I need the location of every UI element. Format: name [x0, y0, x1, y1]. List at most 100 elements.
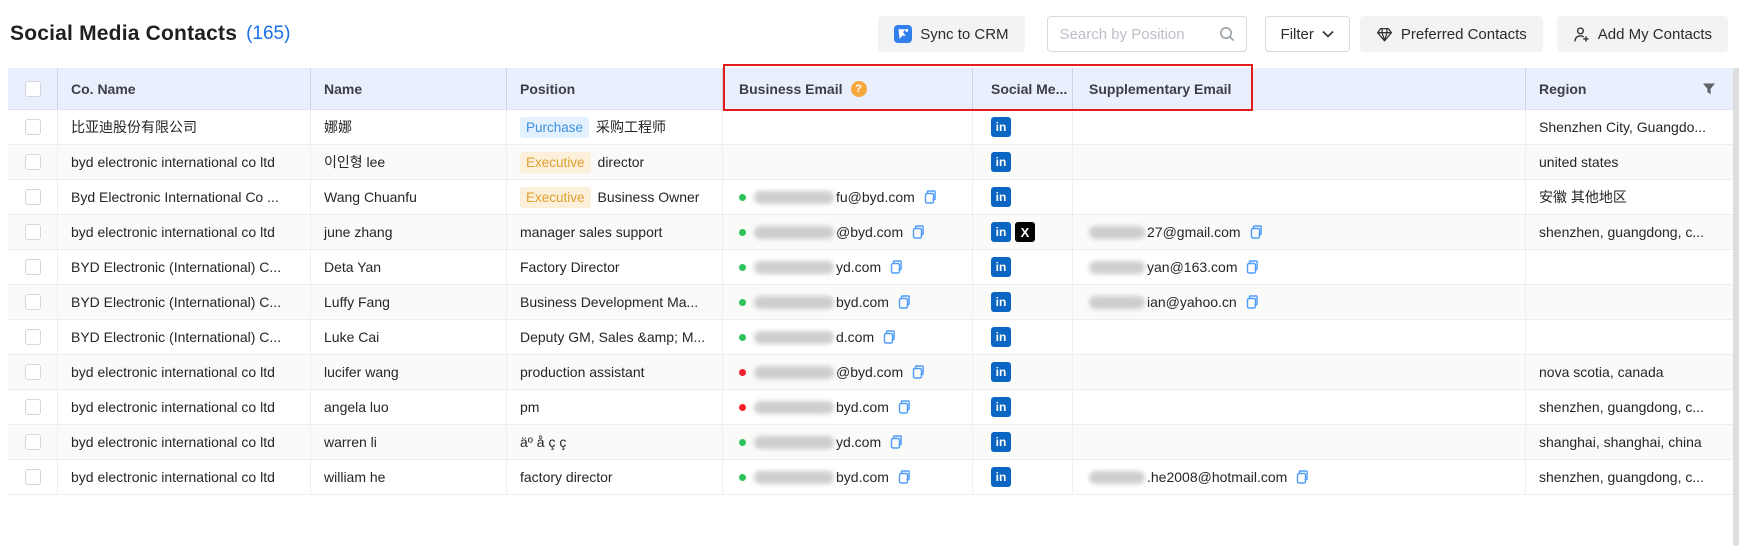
- email-suffix: @byd.com: [836, 364, 903, 380]
- add-my-contacts-button[interactable]: Add My Contacts: [1557, 16, 1728, 52]
- linkedin-icon[interactable]: in: [991, 397, 1011, 417]
- cell-name: william he: [311, 460, 507, 494]
- linkedin-icon[interactable]: in: [991, 292, 1011, 312]
- company-name: byd electronic international co ltd: [71, 434, 275, 450]
- x-icon[interactable]: X: [1015, 222, 1035, 242]
- copy-icon[interactable]: [887, 434, 903, 450]
- linkedin-icon[interactable]: in: [991, 467, 1011, 487]
- crm-logo-icon: [894, 25, 912, 43]
- row-checkbox[interactable]: [25, 399, 41, 415]
- header-region: Region: [1526, 68, 1739, 109]
- email-status-dot: [739, 229, 746, 236]
- cell-company: byd electronic international co ltd: [58, 215, 311, 249]
- contact-name: 娜娜: [324, 117, 352, 137]
- row-checkbox[interactable]: [25, 154, 41, 170]
- position-text: manager sales support: [520, 224, 662, 240]
- preferred-contacts-button[interactable]: Preferred Contacts: [1360, 16, 1543, 52]
- email-suffix: d.com: [836, 329, 874, 345]
- linkedin-icon[interactable]: in: [991, 362, 1011, 382]
- help-icon[interactable]: ?: [851, 81, 867, 97]
- header-business-email: Business Email ?: [723, 68, 973, 109]
- copy-icon[interactable]: [921, 189, 937, 205]
- copy-icon[interactable]: [887, 259, 903, 275]
- copy-icon[interactable]: [1293, 469, 1309, 485]
- copy-icon[interactable]: [895, 399, 911, 415]
- search-input[interactable]: [1060, 26, 1218, 43]
- cell-company: BYD Electronic (International) C...: [58, 285, 311, 319]
- copy-icon[interactable]: [1243, 259, 1259, 275]
- cell-select: [8, 250, 58, 284]
- header-position: Position: [507, 68, 723, 109]
- cell-company: BYD Electronic (International) C...: [58, 320, 311, 354]
- filter-funnel-icon[interactable]: [1702, 82, 1716, 96]
- redacted-text: [1089, 261, 1145, 274]
- cell-supplementary-email: [1073, 390, 1526, 424]
- copy-icon[interactable]: [1247, 224, 1263, 240]
- row-checkbox[interactable]: [25, 329, 41, 345]
- linkedin-icon[interactable]: in: [991, 152, 1011, 172]
- vertical-scrollbar[interactable]: [1733, 68, 1739, 546]
- row-checkbox[interactable]: [25, 364, 41, 380]
- row-checkbox[interactable]: [25, 189, 41, 205]
- cell-position: Executivedirector: [507, 145, 723, 179]
- copy-icon[interactable]: [895, 469, 911, 485]
- email-status-dot: [739, 404, 746, 411]
- cell-social-media: in: [973, 145, 1073, 179]
- cell-supplementary-email: [1073, 320, 1526, 354]
- row-checkbox[interactable]: [25, 259, 41, 275]
- redacted-text: [1089, 226, 1145, 239]
- cell-position: factory director: [507, 460, 723, 494]
- row-checkbox[interactable]: [25, 294, 41, 310]
- header-supplementary-email: Supplementary Email: [1073, 68, 1526, 109]
- contacts-count: (165): [246, 23, 290, 45]
- position-tag: Executive: [520, 187, 591, 208]
- cell-region: shenzhen, guangdong, c...: [1526, 460, 1739, 494]
- linkedin-icon[interactable]: in: [991, 432, 1011, 452]
- sync-to-crm-button[interactable]: Sync to CRM: [878, 16, 1024, 52]
- region-text: shenzhen, guangdong, c...: [1539, 399, 1704, 415]
- linkedin-icon[interactable]: in: [991, 257, 1011, 277]
- cell-business-email: @byd.com: [723, 355, 973, 389]
- row-checkbox[interactable]: [25, 119, 41, 135]
- cell-company: byd electronic international co ltd: [58, 145, 311, 179]
- row-checkbox[interactable]: [25, 469, 41, 485]
- table-row: byd electronic international co ltd willi…: [8, 460, 1739, 495]
- cell-name: warren li: [311, 425, 507, 459]
- cell-position: ExecutiveBusiness Owner: [507, 180, 723, 214]
- copy-icon[interactable]: [909, 224, 925, 240]
- select-all-checkbox[interactable]: [25, 81, 41, 97]
- cell-select: [8, 320, 58, 354]
- row-checkbox[interactable]: [25, 434, 41, 450]
- copy-icon[interactable]: [909, 364, 925, 380]
- cell-select: [8, 425, 58, 459]
- linkedin-icon[interactable]: in: [991, 222, 1011, 242]
- cell-business-email: [723, 145, 973, 179]
- linkedin-icon[interactable]: in: [991, 117, 1011, 137]
- linkedin-icon[interactable]: in: [991, 187, 1011, 207]
- copy-icon[interactable]: [1243, 294, 1259, 310]
- email-suffix: yd.com: [836, 434, 881, 450]
- redacted-text: [754, 401, 834, 414]
- contacts-table: Co. Name Name Position Business Email ? …: [8, 68, 1739, 495]
- cell-region: united states: [1526, 145, 1739, 179]
- row-checkbox[interactable]: [25, 224, 41, 240]
- search-icon[interactable]: [1218, 25, 1236, 43]
- linkedin-icon[interactable]: in: [991, 327, 1011, 347]
- company-name: byd electronic international co ltd: [71, 469, 275, 485]
- cell-region: shenzhen, guangdong, c...: [1526, 215, 1739, 249]
- company-name: byd electronic international co ltd: [71, 224, 275, 240]
- cell-business-email: byd.com: [723, 390, 973, 424]
- cell-social-media: in: [973, 355, 1073, 389]
- email-status-dot: [739, 474, 746, 481]
- copy-icon[interactable]: [895, 294, 911, 310]
- cell-position: production assistant: [507, 355, 723, 389]
- cell-business-email: byd.com: [723, 285, 973, 319]
- table-row: BYD Electronic (International) C...Deta …: [8, 250, 1739, 285]
- cell-company: BYD Electronic (International) C...: [58, 250, 311, 284]
- filter-button[interactable]: Filter: [1265, 16, 1350, 52]
- cell-position: Purchase采购工程师: [507, 110, 723, 144]
- cell-name: lucifer wang: [311, 355, 507, 389]
- cell-company: byd electronic international co ltd: [58, 460, 311, 494]
- copy-icon[interactable]: [880, 329, 896, 345]
- cell-select: [8, 390, 58, 424]
